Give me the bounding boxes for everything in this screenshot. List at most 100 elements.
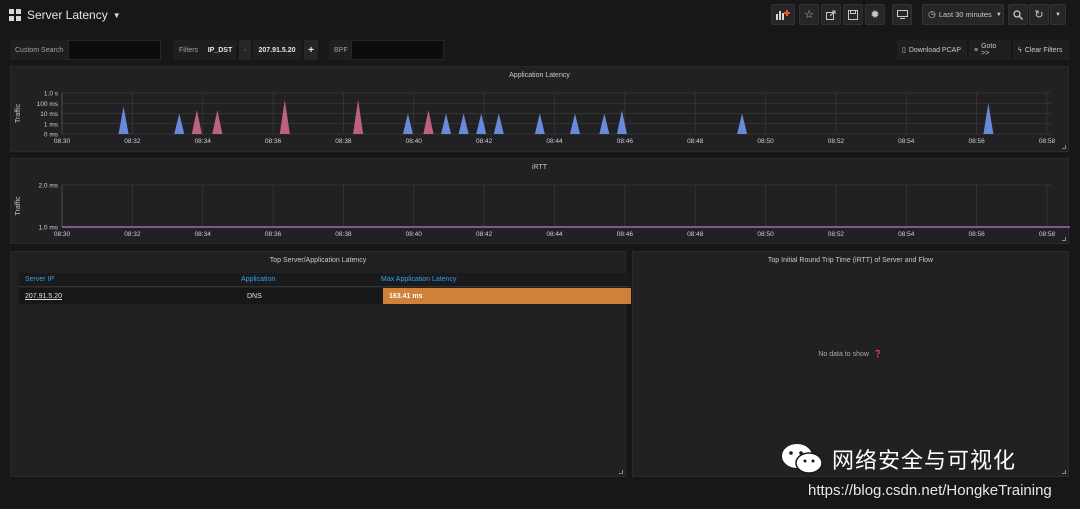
x-tick-label: 08:40 [406,138,423,145]
download-pcap-label: Download PCAP [908,46,961,54]
x-tick-label: 08:36 [265,138,282,145]
no-data-message: No data to show ❓ [633,350,1068,358]
save-icon [848,9,858,20]
add-panel-icon [776,10,790,20]
y-tick-label: 100 ms [37,101,59,108]
x-tick-label: 08:32 [124,138,141,145]
column-header-application[interactable]: Application [241,276,275,283]
settings-button[interactable]: ✹ [865,4,885,25]
star-button[interactable]: ☆ [799,4,819,25]
irtt-panel: iRTT Traffic 1.0 ms 2.0 ms 08:30 08:32 08:34 0… [10,158,1070,244]
panel-resize-handle[interactable] [1062,237,1066,241]
help-icon: ❓ [873,351,883,358]
x-tick-label: 08:42 [476,138,493,145]
panel-resize-handle[interactable] [1062,470,1066,474]
application-latency-chart: Traffic0 ms1 ms10 ms100 ms1.0 s08:30 08:3… [15,91,1056,146]
x-tick-label: 08:54 [898,231,915,238]
irtt-chart: Traffic1.0 ms2.0 ms08:30 08:32 08:34 08:36 0… [15,183,1070,238]
x-tick-label: 08:30 [54,138,71,145]
x-tick-label: 08:30 [54,231,71,238]
list-icon: ≡ [974,46,979,54]
x-tick-label: 08:40 [406,231,423,238]
caret-down-icon: ▼ [112,10,121,20]
watermark-url: https://blog.csdn.net/HongkeTraining [808,482,1052,499]
x-tick-label: 08:56 [969,231,986,238]
refresh-icon: ↻ [1034,9,1044,21]
dashboard-title: Server Latency [27,8,108,22]
x-tick-label: 08:32 [124,231,141,238]
max-latency-cell: 163.41 ms [383,288,631,304]
filter-field[interactable]: IP_DST [204,40,236,60]
table-header: Server IP Application Max Application La… [19,273,631,287]
star-icon: ☆ [804,9,814,21]
table-row: 207.91.5.20 DNS 163.41 ms [19,288,631,304]
y-tick-label: 1.0 s [44,91,59,98]
filters-label: Filters [174,40,204,60]
share-button[interactable] [821,4,841,25]
goto-label: Goto >> [981,43,997,57]
dashboard-grid-icon [9,9,21,21]
x-tick-label: 08:46 [617,138,634,145]
clear-filters-button[interactable]: ϟ Clear Filters [1013,40,1070,60]
bpf-input[interactable] [351,40,444,60]
latency-spike [212,110,223,134]
time-range-picker[interactable]: ◷ Last 30 minutes ▼ [922,4,1004,25]
x-tick-label: 08:44 [546,138,563,145]
panel-title[interactable]: Top Initial Round Trip Time (iRTT) of Se… [633,257,1068,264]
bpf-label: BPF [329,40,351,60]
x-tick-label: 08:50 [757,138,774,145]
panel-resize-handle[interactable] [619,470,623,474]
zoom-out-button[interactable] [1008,4,1028,25]
refresh-button[interactable]: ↻ [1029,4,1049,25]
latency-spike [353,100,364,134]
x-tick-label: 08:46 [617,231,634,238]
caret-down-icon: ▼ [995,11,1002,18]
panel-resize-handle[interactable] [1062,145,1066,149]
wechat-icon [782,444,823,474]
goto-button[interactable]: ≡ Goto >> [969,40,1011,60]
add-filter-button[interactable]: + [304,40,318,60]
column-header-max-latency[interactable]: Max Application Latency [381,276,457,283]
clock-icon: ◷ [928,9,936,19]
share-icon [826,10,836,20]
search-icon [1013,9,1023,20]
latency-spike [423,110,434,134]
x-tick-label: 08:52 [828,231,845,238]
watermark: 网络安全与可视化 [780,442,1016,476]
x-tick-label: 08:50 [757,231,774,238]
y-tick-label: 1 ms [44,121,59,128]
x-tick-label: 08:48 [687,231,704,238]
x-tick-label: 08:58 [1039,138,1056,145]
x-tick-label: 08:38 [335,138,352,145]
save-dashboard-button[interactable] [843,4,863,25]
y-tick-label: 2.0 ms [38,183,58,190]
refresh-interval-dropdown[interactable]: ▼ [1050,4,1066,25]
x-tick-label: 08:52 [828,138,845,145]
column-header-server-ip[interactable]: Server IP [25,276,54,283]
application-cell: DNS [247,292,262,300]
x-tick-label: 08:34 [195,231,212,238]
latency-spike [279,100,290,134]
filter-value[interactable]: 207.91.5.20 [253,40,301,60]
remove-filter-button[interactable]: - [239,40,251,60]
top-navbar: Server Latency ▼ ☆ ✹ ◷ Last 30 minutes ▼ [0,0,1080,30]
x-tick-label: 08:34 [195,138,212,145]
add-panel-button[interactable] [771,4,795,25]
time-range-label: Last 30 minutes [938,10,992,19]
server-ip-cell[interactable]: 207.91.5.20 [19,288,239,304]
x-tick-label: 08:42 [476,231,493,238]
latency-spike [983,103,994,134]
panel-title[interactable]: Top Server/Application Latency [11,257,625,264]
x-tick-label: 08:56 [969,138,986,145]
watermark-text: 网络安全与可视化 [832,448,1017,473]
application-latency-panel: Application Latency Traffic 0 ms 1 ms 10 ms… [10,66,1069,152]
x-tick-label: 08:36 [265,231,282,238]
y-tick-label: 10 ms [40,111,58,118]
dashboard-picker[interactable]: Server Latency ▼ [9,8,121,22]
custom-search-input[interactable] [68,40,161,60]
download-pcap-button[interactable]: ▯ Download PCAP [897,40,967,60]
file-icon: ▯ [902,47,906,54]
tv-mode-button[interactable] [892,4,912,25]
clear-filters-label: Clear Filters [1024,46,1063,54]
latency-spike [191,110,202,134]
